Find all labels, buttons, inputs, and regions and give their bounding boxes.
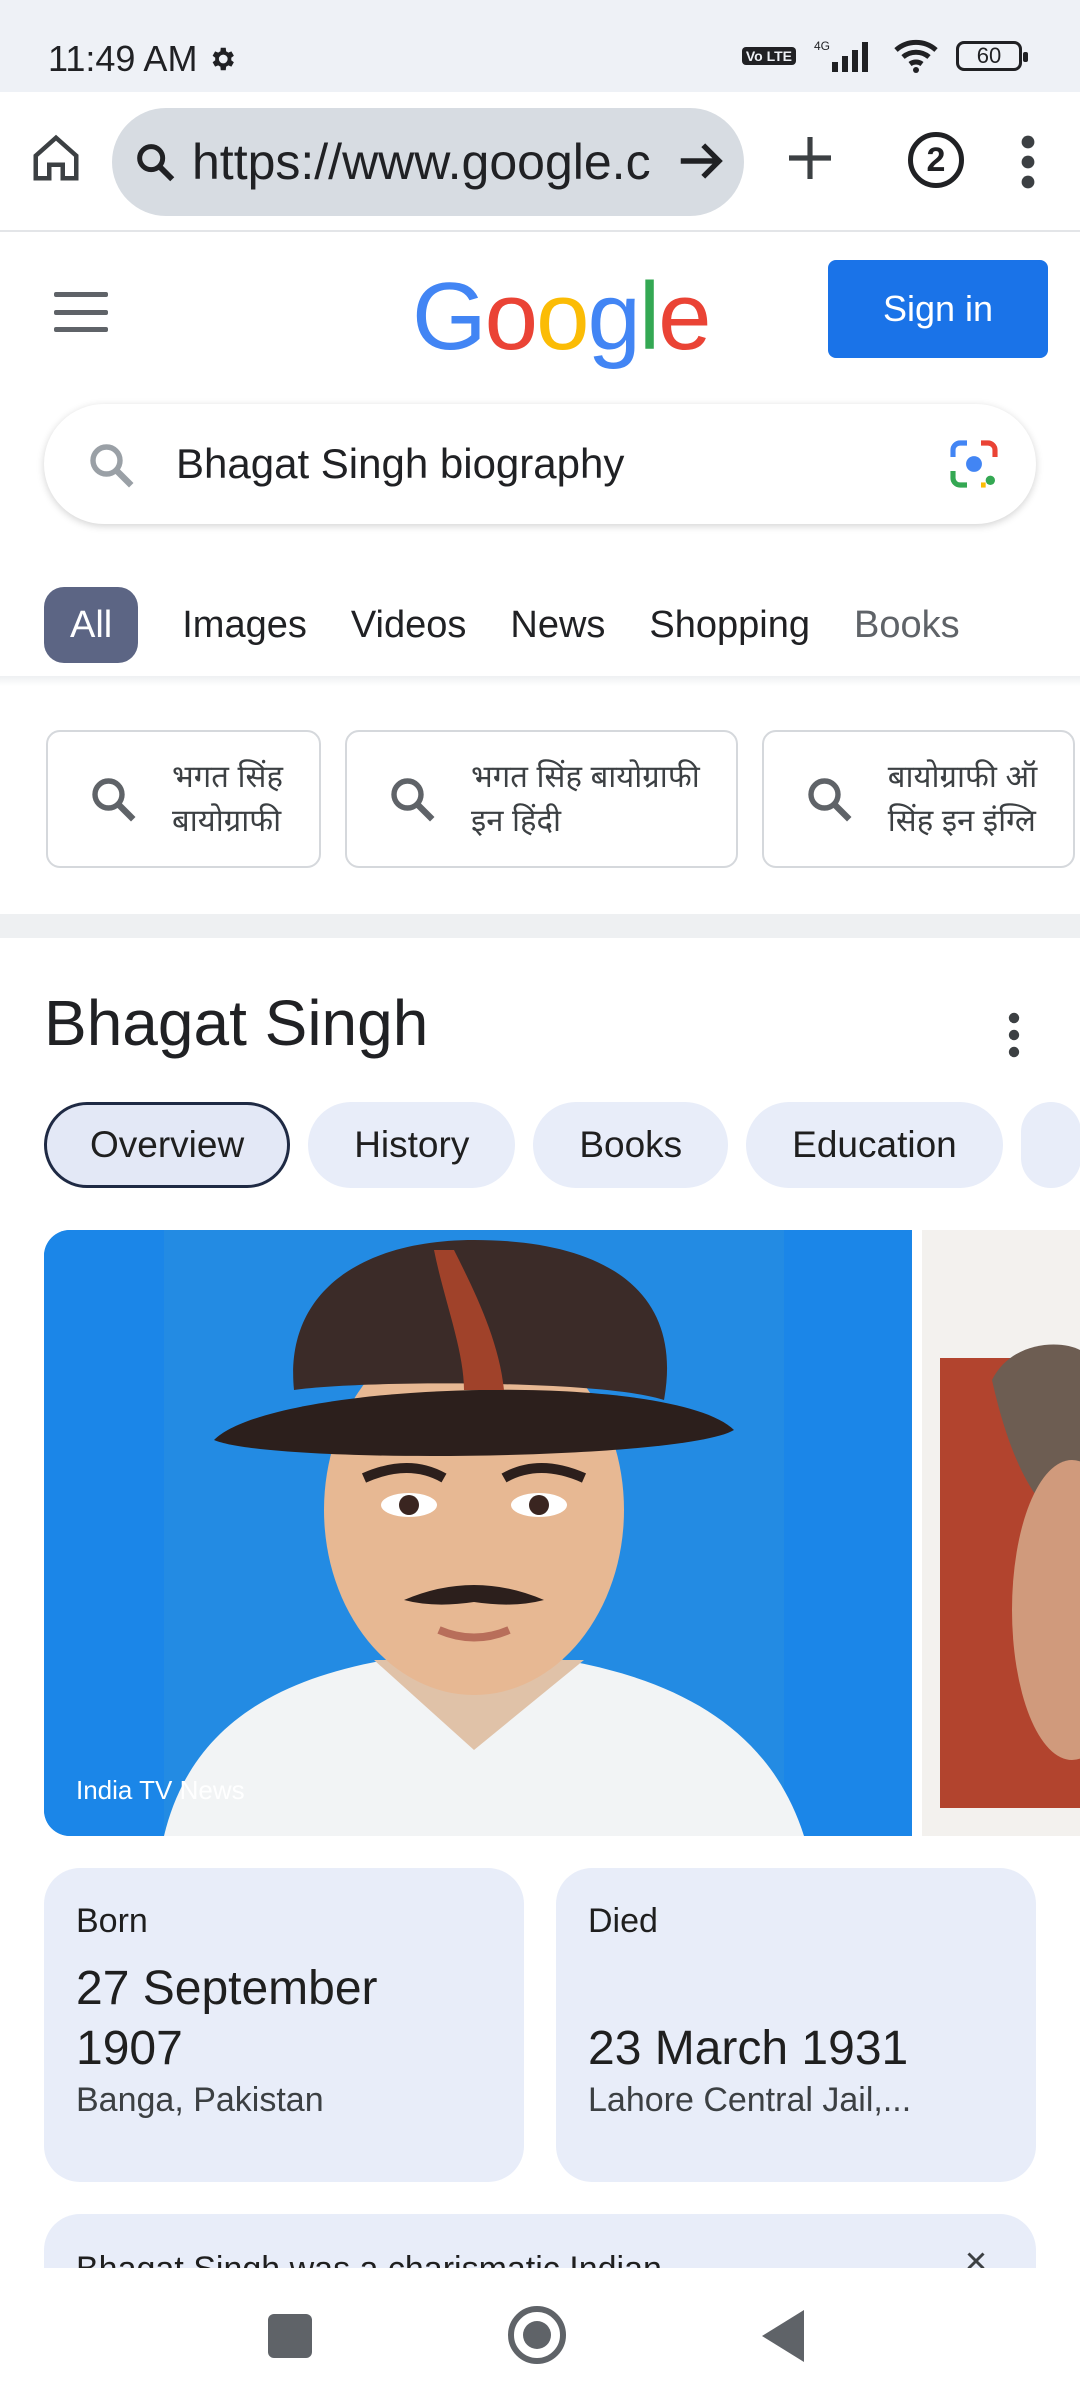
born-card[interactable]: Born 27 September 1907 Banga, Pakistan	[44, 1868, 524, 2182]
image-credit: India TV News	[76, 1775, 245, 1805]
google-logo[interactable]: Google	[412, 262, 712, 372]
kp-tab-overview[interactable]: Overview	[44, 1102, 291, 1188]
tab-switcher-button[interactable]: 2	[908, 132, 964, 188]
tabs-divider	[0, 676, 1080, 686]
portrait-illustration	[44, 1230, 912, 1836]
settings-gear-icon	[213, 47, 235, 71]
search-icon	[90, 444, 134, 488]
home-button[interactable]	[26, 128, 86, 188]
more-vert-icon[interactable]	[1016, 132, 1040, 192]
back-button[interactable]	[762, 2310, 804, 2362]
description-card[interactable]: Bhagat Singh was a charismatic Indian	[44, 2214, 1036, 2274]
search-icon	[137, 144, 175, 182]
related-search-chip[interactable]: भगत सिंह बायोग्राफी	[46, 730, 321, 868]
recents-button[interactable]	[268, 2314, 312, 2358]
volte-icon: Vo LTE	[741, 47, 796, 65]
home-nav-button[interactable]	[508, 2306, 566, 2364]
secondary-illustration	[922, 1230, 1080, 1836]
related-search-chip[interactable]: भगत सिंह बायोग्राफी इन हिंदी	[344, 730, 738, 868]
search-icon	[391, 778, 435, 822]
clock: 11:49 AM	[48, 38, 198, 79]
status-time: 11:49 AM	[48, 38, 237, 80]
home-icon	[33, 134, 79, 181]
kp-tab-more[interactable]	[1020, 1102, 1080, 1188]
url-bar[interactable]: https://www.google.c	[112, 108, 744, 216]
knowledge-panel-tabs: Overview History Books Education	[44, 1102, 1080, 1192]
more-vert-icon[interactable]	[1006, 1010, 1022, 1060]
search-tabs: All Images Videos News Shopping Books	[0, 570, 1080, 680]
related-searches: भगत सिंह बायोग्राफी भगत सिंह बायोग्राफी इन…	[0, 730, 1080, 870]
system-nav-bar	[0, 2268, 1080, 2400]
portrait-image[interactable]: India TV News	[44, 1230, 912, 1836]
related-search-chip[interactable]: बायोग्राफी ऑ सिंह इन इंग्लि	[761, 730, 1076, 868]
related-search-text: बायोग्राफी ऑ सिंह इन इंग्लि	[887, 759, 1038, 838]
tab-videos[interactable]: Videos	[329, 587, 489, 663]
search-icon	[92, 778, 136, 822]
tab-all[interactable]: All	[44, 587, 139, 663]
wifi-icon	[894, 39, 938, 73]
google-lens-icon[interactable]	[946, 436, 1002, 492]
search-box[interactable]: Bhagat Singh biography	[44, 404, 1036, 524]
new-tab-icon[interactable]	[782, 130, 838, 186]
status-bar: 11:49 AM Vo LTE 4G 60	[0, 0, 1080, 92]
google-header: Google Sign in	[0, 234, 1080, 394]
battery-icon: 60	[956, 41, 1028, 71]
born-date: 27 September 1907	[76, 1962, 378, 2075]
kp-tab-books[interactable]: Books	[533, 1102, 729, 1188]
born-place: Banga, Pakistan	[76, 2081, 324, 2119]
go-arrow-icon[interactable]	[674, 134, 728, 188]
tab-news[interactable]: News	[488, 587, 627, 663]
battery-level: 60	[976, 43, 1002, 68]
tab-count: 2	[926, 140, 946, 179]
tab-books[interactable]: Books	[832, 587, 982, 663]
died-label: Died	[588, 1902, 658, 1940]
died-date: 23 March 1931	[588, 2022, 909, 2075]
related-search-text: भगत सिंह बायोग्राफी इन हिंदी	[470, 759, 700, 838]
signal-icon: 4G	[814, 39, 868, 72]
died-place: Lahore Central Jail,...	[588, 2081, 912, 2119]
born-label: Born	[76, 1902, 148, 1940]
search-icon	[808, 778, 852, 822]
knowledge-panel-title: Bhagat Singh	[44, 987, 429, 1059]
svg-text:4G: 4G	[814, 39, 830, 53]
related-search-text: भगत सिंह बायोग्राफी	[172, 759, 283, 838]
browser-toolbar: https://www.google.c 2	[0, 92, 1080, 232]
search-input[interactable]: Bhagat Singh biography	[176, 440, 624, 488]
menu-icon[interactable]	[54, 292, 108, 332]
tab-images[interactable]: Images	[160, 587, 329, 663]
sign-in-button[interactable]: Sign in	[828, 260, 1048, 358]
secondary-image[interactable]	[922, 1230, 1080, 1836]
kp-tab-education[interactable]: Education	[746, 1102, 1003, 1188]
died-card[interactable]: Died 23 March 1931 Lahore Central Jail,.…	[556, 1868, 1036, 2182]
section-divider	[0, 914, 1080, 938]
tab-shopping[interactable]: Shopping	[627, 587, 832, 663]
url-text[interactable]: https://www.google.c	[192, 133, 658, 191]
kp-tab-history[interactable]: History	[308, 1102, 516, 1188]
status-icons: Vo LTE 4G 60	[741, 38, 1028, 74]
